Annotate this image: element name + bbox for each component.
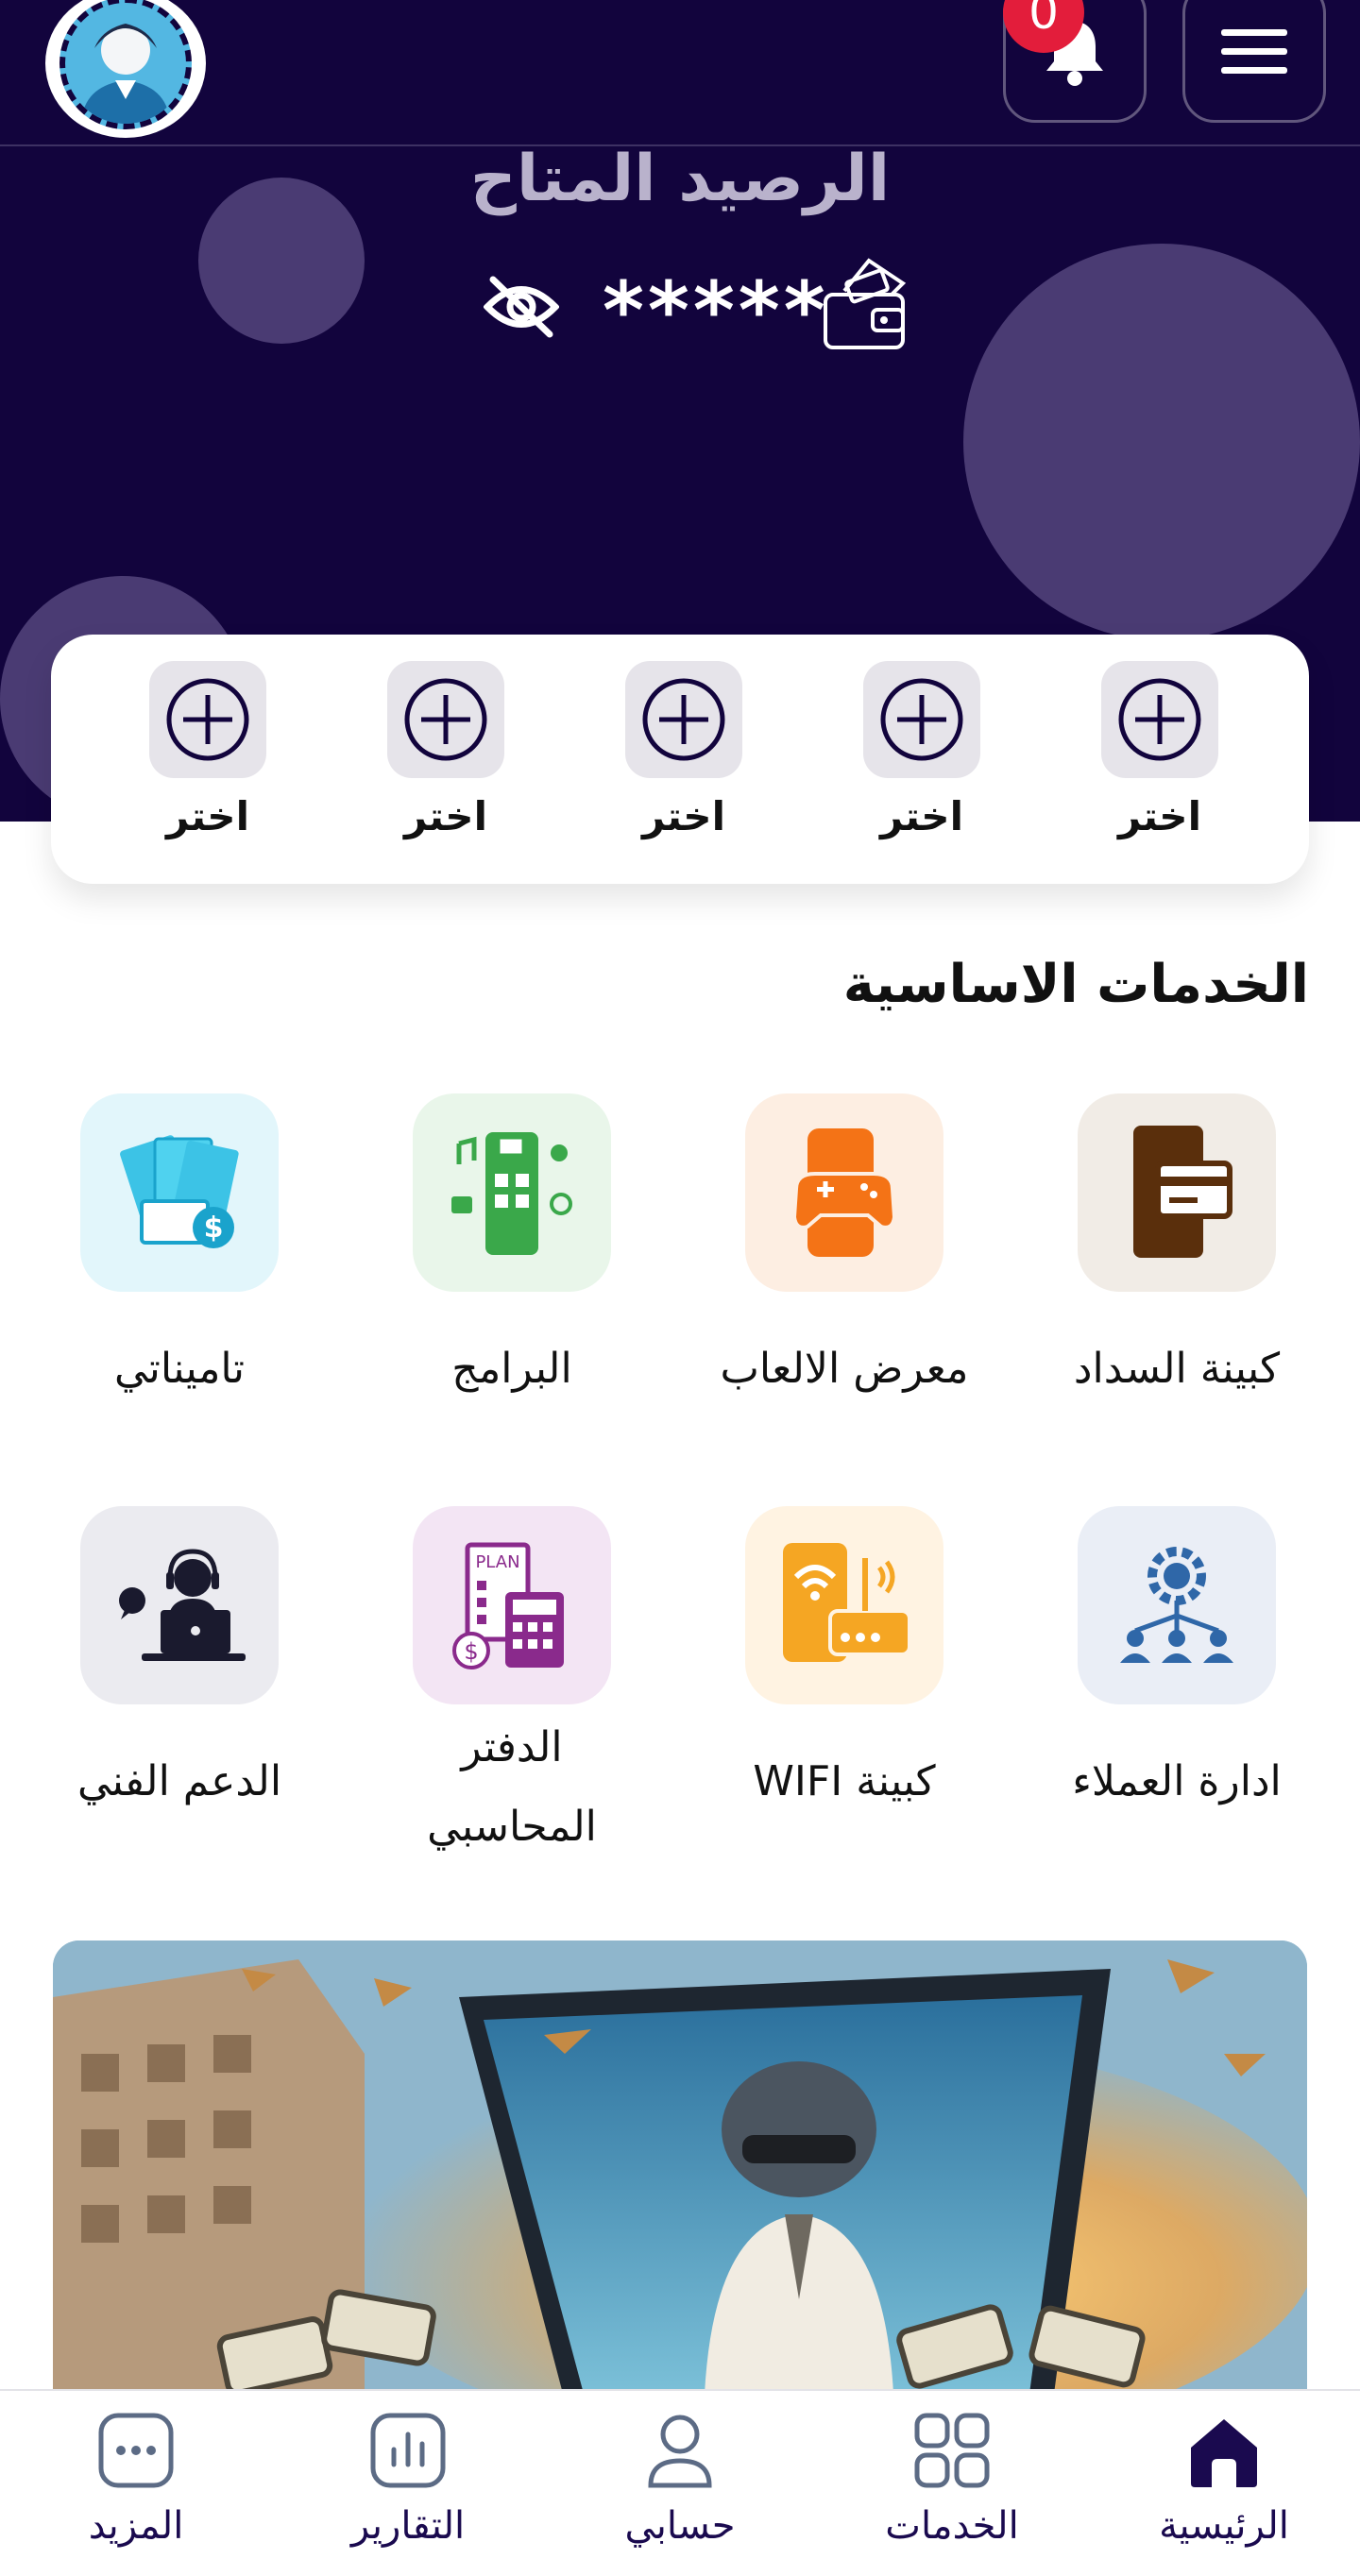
wifi-router-icon	[783, 1543, 911, 1662]
user-icon	[648, 2415, 712, 2488]
nav-label: حسابي	[624, 2504, 736, 2548]
chart-icon	[370, 2413, 446, 2488]
grid-icon	[914, 2413, 990, 2488]
apps-phone-icon	[451, 1132, 572, 1255]
nav-label: التقارير	[350, 2504, 466, 2548]
nav-label: الخدمات	[885, 2504, 1019, 2548]
add-circle-icon	[1118, 678, 1201, 761]
more-icon	[98, 2413, 174, 2488]
service-label: معرض الالعاب	[720, 1345, 969, 1393]
service-technical-support[interactable]: الدعم الفني	[19, 1506, 340, 1822]
service-accounting-book[interactable]: PLAN $ الدفتر المحاسبي	[351, 1506, 672, 1866]
user-avatar-icon	[81, 24, 170, 124]
nav-account[interactable]: حسابي	[567, 2410, 793, 2548]
service-label: تاميناتي	[113, 1345, 246, 1393]
quick-slot[interactable]: اختر	[863, 661, 980, 839]
balance-amount-hidden: *****	[603, 264, 829, 357]
balance-row: *****	[472, 247, 926, 361]
add-circle-icon	[404, 678, 487, 761]
svg-text:$: $	[204, 1212, 224, 1245]
payment-terminal-icon	[1133, 1126, 1232, 1258]
accounting-plan-icon: PLAN $	[452, 1542, 564, 1669]
service-label: كبينة السداد	[1073, 1345, 1281, 1393]
menu-button[interactable]	[1182, 0, 1326, 123]
add-circle-icon	[166, 678, 249, 761]
quick-slot-label: اختر	[166, 793, 249, 839]
service-games-gallery[interactable]: معرض الالعاب	[684, 1093, 1005, 1409]
decor-circle	[963, 244, 1360, 640]
avatar[interactable]	[45, 0, 206, 138]
services-section-title: الخدمات الاساسية	[842, 954, 1309, 1015]
balance-title: الرصيد المتاح	[469, 142, 891, 216]
quick-slot-label: اختر	[880, 793, 963, 839]
money-icon: $	[120, 1135, 239, 1248]
nav-reports[interactable]: التقارير	[295, 2410, 521, 2548]
quick-slot-label: اختر	[1118, 793, 1201, 839]
nav-more[interactable]: المزيد	[23, 2410, 249, 2548]
bottom-navigation: الرئيسية الخدمات حسابي التقارير المزيد	[0, 2389, 1360, 2576]
service-payment-terminal[interactable]: كبينة السداد	[1016, 1093, 1337, 1409]
service-insurance[interactable]: $ تاميناتي	[19, 1093, 340, 1409]
svg-text:$: $	[464, 1638, 478, 1665]
game-phone-icon	[791, 1128, 897, 1257]
nav-label: المزيد	[88, 2504, 184, 2548]
wallet-icon	[824, 258, 907, 349]
eye-off-icon[interactable]	[484, 276, 559, 338]
nav-home[interactable]: الرئيسية	[1111, 2410, 1337, 2548]
home-icon	[1191, 2419, 1257, 2487]
nav-label: الرئيسية	[1159, 2504, 1289, 2548]
service-programs[interactable]: البرامج	[351, 1093, 672, 1409]
customers-management-icon	[1120, 1547, 1233, 1663]
service-label: الدفتر المحاسبي	[427, 1723, 597, 1851]
service-wifi-terminal[interactable]: كبينة WIFI	[684, 1506, 1005, 1822]
promo-banner-image	[53, 1940, 1307, 2394]
hamburger-menu-icon	[1221, 29, 1287, 74]
service-label: البرامج	[451, 1345, 572, 1393]
svg-text:PLAN: PLAN	[475, 1552, 519, 1572]
nav-services[interactable]: الخدمات	[839, 2410, 1065, 2548]
quick-slot-label: اختر	[642, 793, 725, 839]
service-customers-management[interactable]: ادارة العملاء	[1016, 1506, 1337, 1822]
support-agent-icon	[119, 1549, 246, 1661]
quick-slot[interactable]: اختر	[625, 661, 742, 839]
quick-slot[interactable]: اختر	[149, 661, 266, 839]
add-circle-icon	[880, 678, 963, 761]
promo-banner[interactable]	[53, 1940, 1307, 2394]
add-circle-icon	[642, 678, 725, 761]
service-label: الدعم الفني	[76, 1757, 282, 1805]
quick-slot-label: اختر	[404, 793, 487, 839]
service-label: ادارة العملاء	[1072, 1757, 1282, 1805]
quick-slot[interactable]: اختر	[1101, 661, 1218, 839]
service-label: كبينة WIFI	[753, 1757, 936, 1805]
quick-slots-card: اختر اختر اختر اختر اختر	[51, 635, 1309, 884]
quick-slot[interactable]: اختر	[387, 661, 504, 839]
